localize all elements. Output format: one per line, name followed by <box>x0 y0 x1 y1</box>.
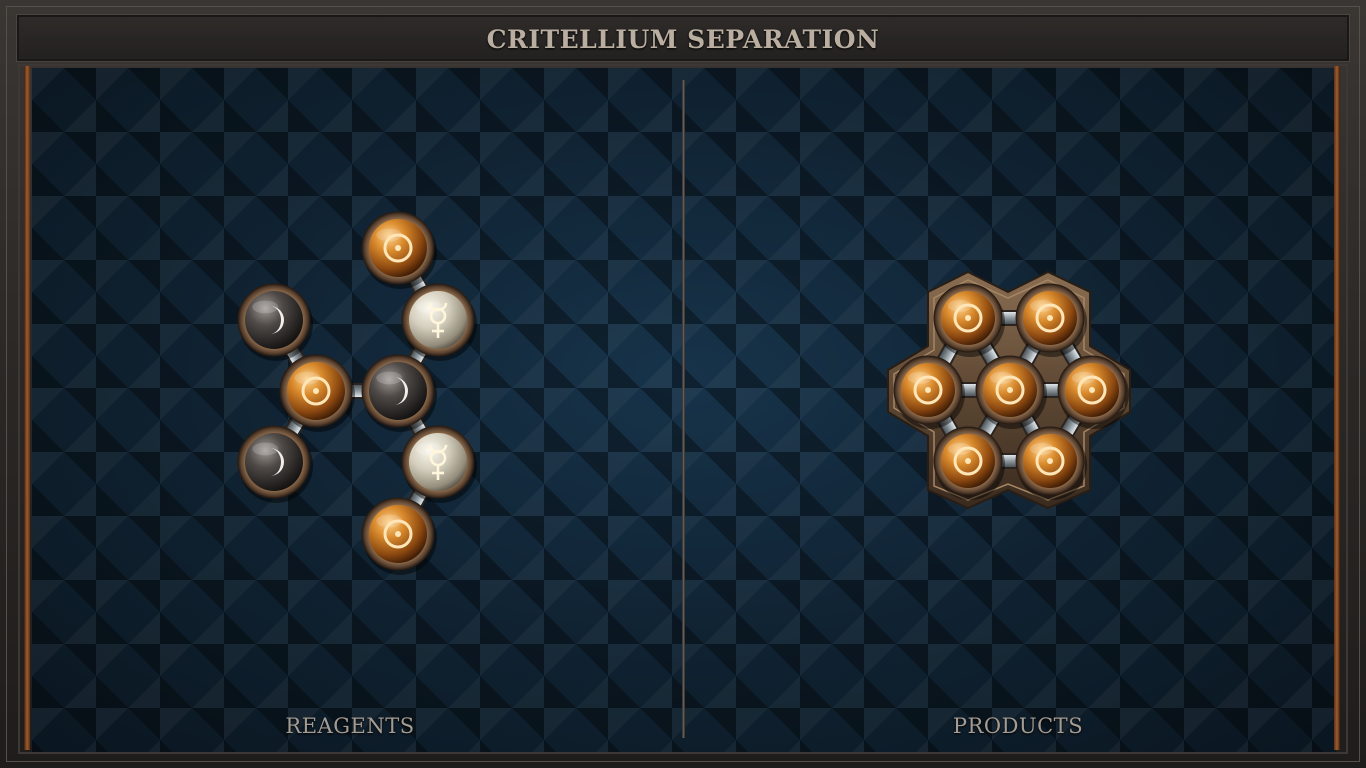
sun-symbol-dot <box>965 458 971 464</box>
reagents-label: REAGENTS <box>285 714 415 738</box>
molecule-canvas <box>237 211 1131 575</box>
sun-symbol-dot <box>965 315 971 321</box>
sun-symbol-dot <box>1047 315 1053 321</box>
sun-symbol-dot <box>925 387 931 393</box>
gold-atom <box>361 211 437 289</box>
sun-symbol-dot <box>1047 458 1053 464</box>
sun-symbol-dot <box>395 531 401 537</box>
quicksilver-atom <box>401 425 477 503</box>
gold-atom <box>361 497 437 575</box>
silver-atom <box>237 283 313 361</box>
sun-symbol-dot <box>1089 387 1095 393</box>
silver-atom <box>237 425 313 503</box>
game-frame: CRITELLIUM SEPARATION REAGENTS PRODUCTS <box>0 0 1366 768</box>
products-label: PRODUCTS <box>952 714 1084 738</box>
silver-atom <box>361 354 437 432</box>
reagent-molecule <box>237 211 477 575</box>
sun-symbol-dot <box>1007 387 1013 393</box>
sun-symbol-dot <box>313 388 319 394</box>
gold-atom <box>279 354 355 432</box>
product-molecule <box>887 270 1131 510</box>
quicksilver-atom <box>401 283 477 361</box>
sun-symbol-dot <box>395 245 401 251</box>
